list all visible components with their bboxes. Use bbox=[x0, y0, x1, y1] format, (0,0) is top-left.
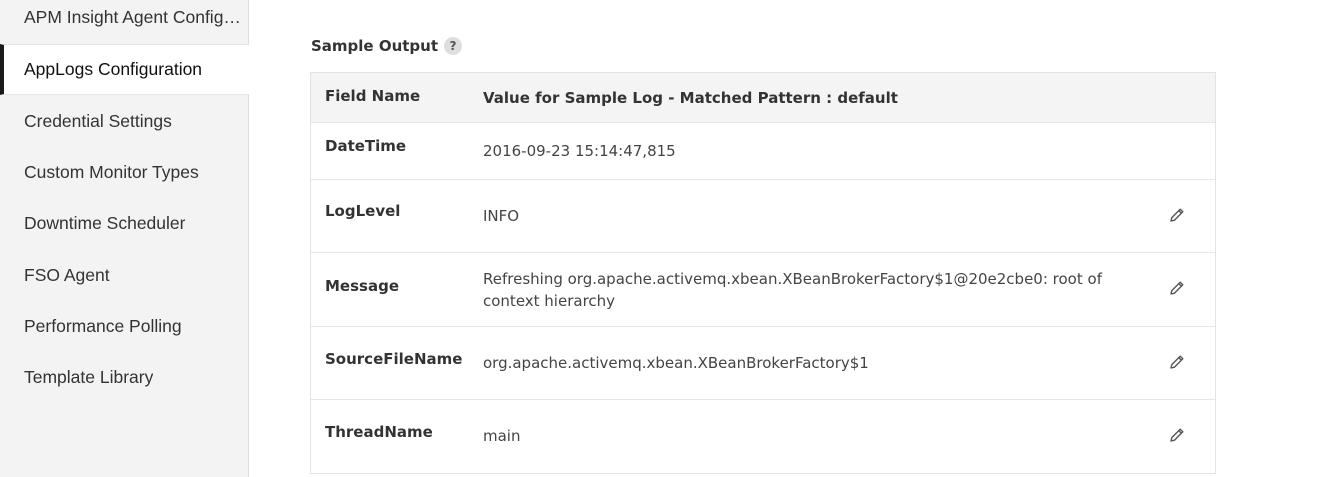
table-row: Message Refreshing org.apache.activemq.x… bbox=[311, 253, 1215, 327]
sidebar-item-applogs-configuration[interactable]: AppLogs Configuration bbox=[0, 44, 249, 95]
sidebar-item-credential-settings[interactable]: Credential Settings bbox=[0, 96, 248, 147]
sidebar-item-apm-insight-agent-configuration[interactable]: APM Insight Agent Configuration bbox=[0, 0, 248, 43]
sample-output-title: Sample Output bbox=[311, 37, 439, 55]
sidebar-item-label: Credential Settings bbox=[24, 111, 172, 131]
sidebar-item-label: APM Insight Agent Configuration bbox=[24, 7, 242, 27]
column-header-value: Value for Sample Log - Matched Pattern :… bbox=[483, 89, 898, 107]
field-value: org.apache.activemq.xbean.XBeanBrokerFac… bbox=[483, 354, 869, 372]
sidebar-item-performance-polling[interactable]: Performance Polling bbox=[0, 301, 248, 352]
field-name: DateTime bbox=[325, 137, 407, 155]
question-circle-icon[interactable]: ? bbox=[444, 37, 463, 55]
sidebar-item-custom-monitor-types[interactable]: Custom Monitor Types bbox=[0, 147, 248, 198]
settings-sidebar: APM Insight Agent Configuration AppLogs … bbox=[0, 0, 249, 477]
sidebar-item-downtime-scheduler[interactable]: Downtime Scheduler bbox=[0, 198, 248, 249]
sidebar-item-label: AppLogs Configuration bbox=[24, 59, 203, 79]
field-value: Refreshing org.apache.activemq.xbean.XBe… bbox=[483, 270, 1102, 310]
field-name: LogLevel bbox=[325, 202, 401, 220]
sidebar-item-label: Downtime Scheduler bbox=[24, 213, 186, 233]
sample-output-heading: Sample Output ? bbox=[311, 37, 463, 55]
sidebar-item-label: Performance Polling bbox=[24, 316, 182, 336]
table-header-row: Field Name Value for Sample Log - Matche… bbox=[311, 73, 1215, 123]
table-row: LogLevel INFO bbox=[311, 180, 1215, 253]
sample-output-table: Field Name Value for Sample Log - Matche… bbox=[310, 72, 1216, 474]
sidebar-item-label: Custom Monitor Types bbox=[24, 162, 199, 182]
column-header-field-name: Field Name bbox=[325, 87, 421, 105]
pencil-icon[interactable] bbox=[1167, 278, 1187, 298]
field-name: ThreadName bbox=[325, 423, 433, 441]
sidebar-item-template-library[interactable]: Template Library bbox=[0, 352, 248, 403]
pencil-icon[interactable] bbox=[1167, 425, 1187, 445]
table-row: SourceFileName org.apache.activemq.xbean… bbox=[311, 327, 1215, 400]
sidebar-item-fso-agent[interactable]: FSO Agent bbox=[0, 250, 248, 301]
pencil-icon[interactable] bbox=[1167, 205, 1187, 225]
field-value: 2016-09-23 15:14:47,815 bbox=[483, 142, 676, 160]
pencil-icon[interactable] bbox=[1167, 352, 1187, 372]
field-name: SourceFileName bbox=[325, 350, 463, 368]
field-name: Message bbox=[325, 277, 399, 295]
table-row: DateTime 2016-09-23 15:14:47,815 bbox=[311, 123, 1215, 180]
app-root: APM Insight Agent Configuration AppLogs … bbox=[0, 0, 1339, 477]
sidebar-item-label: FSO Agent bbox=[24, 265, 110, 285]
table-row: ThreadName main bbox=[311, 400, 1215, 473]
field-value: INFO bbox=[483, 207, 520, 225]
sidebar-item-label: Template Library bbox=[24, 367, 154, 387]
field-value: main bbox=[483, 427, 521, 445]
